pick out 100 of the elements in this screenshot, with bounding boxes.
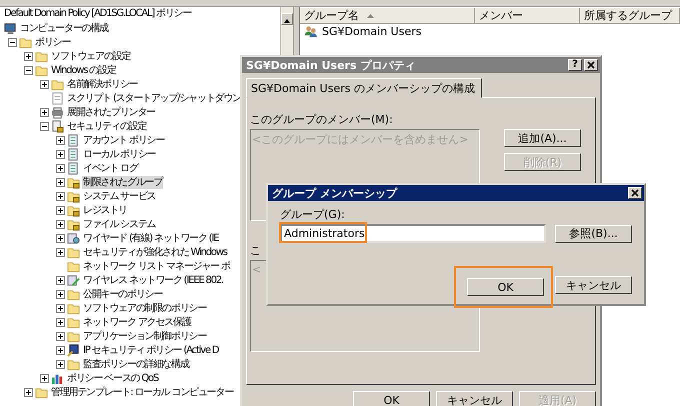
expand-icon[interactable] xyxy=(40,374,49,382)
document-stack-icon xyxy=(67,162,80,174)
monitor-key-icon xyxy=(67,344,80,356)
expand-icon[interactable] xyxy=(56,150,65,158)
list-item[interactable]: SG¥Domain Users xyxy=(322,25,422,38)
column-header[interactable]: グループ名 xyxy=(300,8,475,23)
expand-icon[interactable] xyxy=(24,52,33,60)
tree-item[interactable]: ファイル システム xyxy=(82,218,156,230)
help-button[interactable]: ? xyxy=(568,59,582,71)
expand-icon[interactable] xyxy=(40,108,49,116)
tree-item[interactable]: アプリケーション制御ポリシー xyxy=(82,330,208,342)
browse-button[interactable]: 参照(B)... xyxy=(555,224,632,242)
tree-item[interactable]: ソフトウェアの設定 xyxy=(50,50,132,62)
expand-icon[interactable] xyxy=(56,276,65,284)
group-input-field[interactable]: Administrators xyxy=(280,224,546,243)
tree-item[interactable]: 監査ポリシーの詳細な構成 xyxy=(82,358,190,370)
tree-item[interactable]: システム サービス xyxy=(82,190,156,202)
tree-item[interactable]: 展開されたプリンター xyxy=(66,106,156,118)
field-label: グループ(G): xyxy=(280,207,346,222)
tree-item[interactable]: Windows の設定 xyxy=(50,64,117,76)
expand-icon[interactable] xyxy=(56,192,65,200)
tree-item[interactable]: レジストリ xyxy=(82,204,128,216)
expand-icon[interactable] xyxy=(56,234,65,242)
folder-icon xyxy=(19,36,32,48)
expand-icon[interactable] xyxy=(56,360,65,368)
wireless-icon xyxy=(67,274,80,286)
list-placeholder: <このグループにはメンバーを含めません> xyxy=(252,133,468,146)
tree-item[interactable]: ワイヤレス ネットワーク (IEEE 802. xyxy=(82,274,224,286)
locked-folder-icon xyxy=(67,190,80,202)
tree-item[interactable]: 制限されたグループ xyxy=(82,176,164,188)
column-header[interactable]: メンバー xyxy=(475,8,580,23)
tree-item[interactable]: 管理用テンプレート: ローカル コンピューター xyxy=(50,386,234,398)
expand-icon[interactable] xyxy=(56,178,65,186)
tree-item[interactable]: セキュリティが強化された Windows xyxy=(82,246,228,258)
expand-icon[interactable] xyxy=(56,332,65,340)
expand-icon[interactable] xyxy=(56,220,65,228)
close-button[interactable] xyxy=(628,187,642,199)
dialog-button[interactable]: OK xyxy=(467,278,544,296)
tree-item[interactable]: アカウント ポリシー xyxy=(82,134,166,146)
locked-folder-icon xyxy=(67,204,80,216)
tree-item[interactable]: ローカル ポリシー xyxy=(82,148,156,160)
collapse-icon[interactable] xyxy=(24,66,33,74)
tree-item[interactable]: 名前解決ポリシー xyxy=(66,78,138,90)
printer-icon xyxy=(51,106,64,118)
tree-item[interactable]: セキュリティの設定 xyxy=(66,120,148,132)
locked-folder-icon xyxy=(67,176,80,188)
tab[interactable]: SG¥Domain Users のメンバーシップの構成 xyxy=(246,78,482,98)
folder-icon xyxy=(35,50,48,62)
folder-icon xyxy=(67,260,80,272)
close-button[interactable] xyxy=(584,59,598,71)
tree-item[interactable]: ソフトウェアの制限のポリシー xyxy=(82,302,208,314)
expand-icon[interactable] xyxy=(56,304,65,312)
tree-item[interactable]: ワイヤード (有線) ネットワーク (IE xyxy=(82,232,220,244)
tree-item[interactable]: ネットワーク リスト マネージャー ポ xyxy=(82,260,231,272)
folder-icon xyxy=(67,358,80,370)
collapse-icon[interactable] xyxy=(40,122,49,130)
action-button[interactable]: 追加(A)... xyxy=(504,129,581,147)
folder-icon xyxy=(67,302,80,314)
expand-icon[interactable] xyxy=(56,346,65,354)
tree-title: Default Domain Policy [AD1SG.LOCAL] ポリシー xyxy=(3,7,193,21)
network-icon xyxy=(67,232,80,244)
document-stack-icon xyxy=(67,134,80,146)
folder-icon xyxy=(35,64,48,76)
dialog-title: グループ メンバーシップ xyxy=(272,186,398,200)
expand-icon[interactable] xyxy=(24,388,33,396)
locked-document-icon xyxy=(51,120,64,132)
dialog-button[interactable]: キャンセル xyxy=(436,391,513,406)
tree-item[interactable]: IP セキュリティ ポリシー (Active D xyxy=(82,344,220,356)
document-stack-icon xyxy=(67,148,80,160)
tree-item[interactable]: イベント ログ xyxy=(82,162,139,174)
script-icon xyxy=(51,92,64,104)
tree-item[interactable]: ネットワーク アクセス保護 xyxy=(82,316,192,328)
locked-folder-icon xyxy=(67,218,80,230)
field-label: こ xyxy=(250,243,261,258)
folder-icon xyxy=(67,330,80,342)
tree-item[interactable]: コンピューターの構成 xyxy=(19,22,110,34)
column-title: グループ名 xyxy=(304,8,359,23)
field-label: このグループのメンバー(M): xyxy=(250,112,393,127)
expand-icon[interactable] xyxy=(40,80,49,88)
sort-arrow-icon xyxy=(367,14,374,18)
collapse-icon[interactable] xyxy=(8,38,17,46)
users-icon xyxy=(304,25,317,38)
folder-icon xyxy=(67,288,80,300)
tree-item[interactable]: ポリシー xyxy=(34,36,72,48)
tree-item[interactable]: ポリシー ベースの QoS xyxy=(66,372,160,384)
folder-icon xyxy=(51,78,64,90)
dialog-button[interactable]: キャンセル xyxy=(555,276,632,294)
list-placeholder: < xyxy=(252,263,262,276)
expand-icon[interactable] xyxy=(56,136,65,144)
expand-icon[interactable] xyxy=(56,206,65,214)
folder-icon xyxy=(67,316,80,328)
dialog-button[interactable]: OK xyxy=(353,391,430,406)
expand-icon[interactable] xyxy=(56,164,65,172)
expand-icon[interactable] xyxy=(56,248,65,256)
column-title: メンバー xyxy=(479,8,523,23)
scroll-up-button[interactable] xyxy=(281,13,293,25)
tree-item[interactable]: 公開キーのポリシー xyxy=(82,288,164,300)
computer-icon xyxy=(4,22,17,34)
expand-icon[interactable] xyxy=(56,290,65,298)
expand-icon[interactable] xyxy=(56,318,65,326)
